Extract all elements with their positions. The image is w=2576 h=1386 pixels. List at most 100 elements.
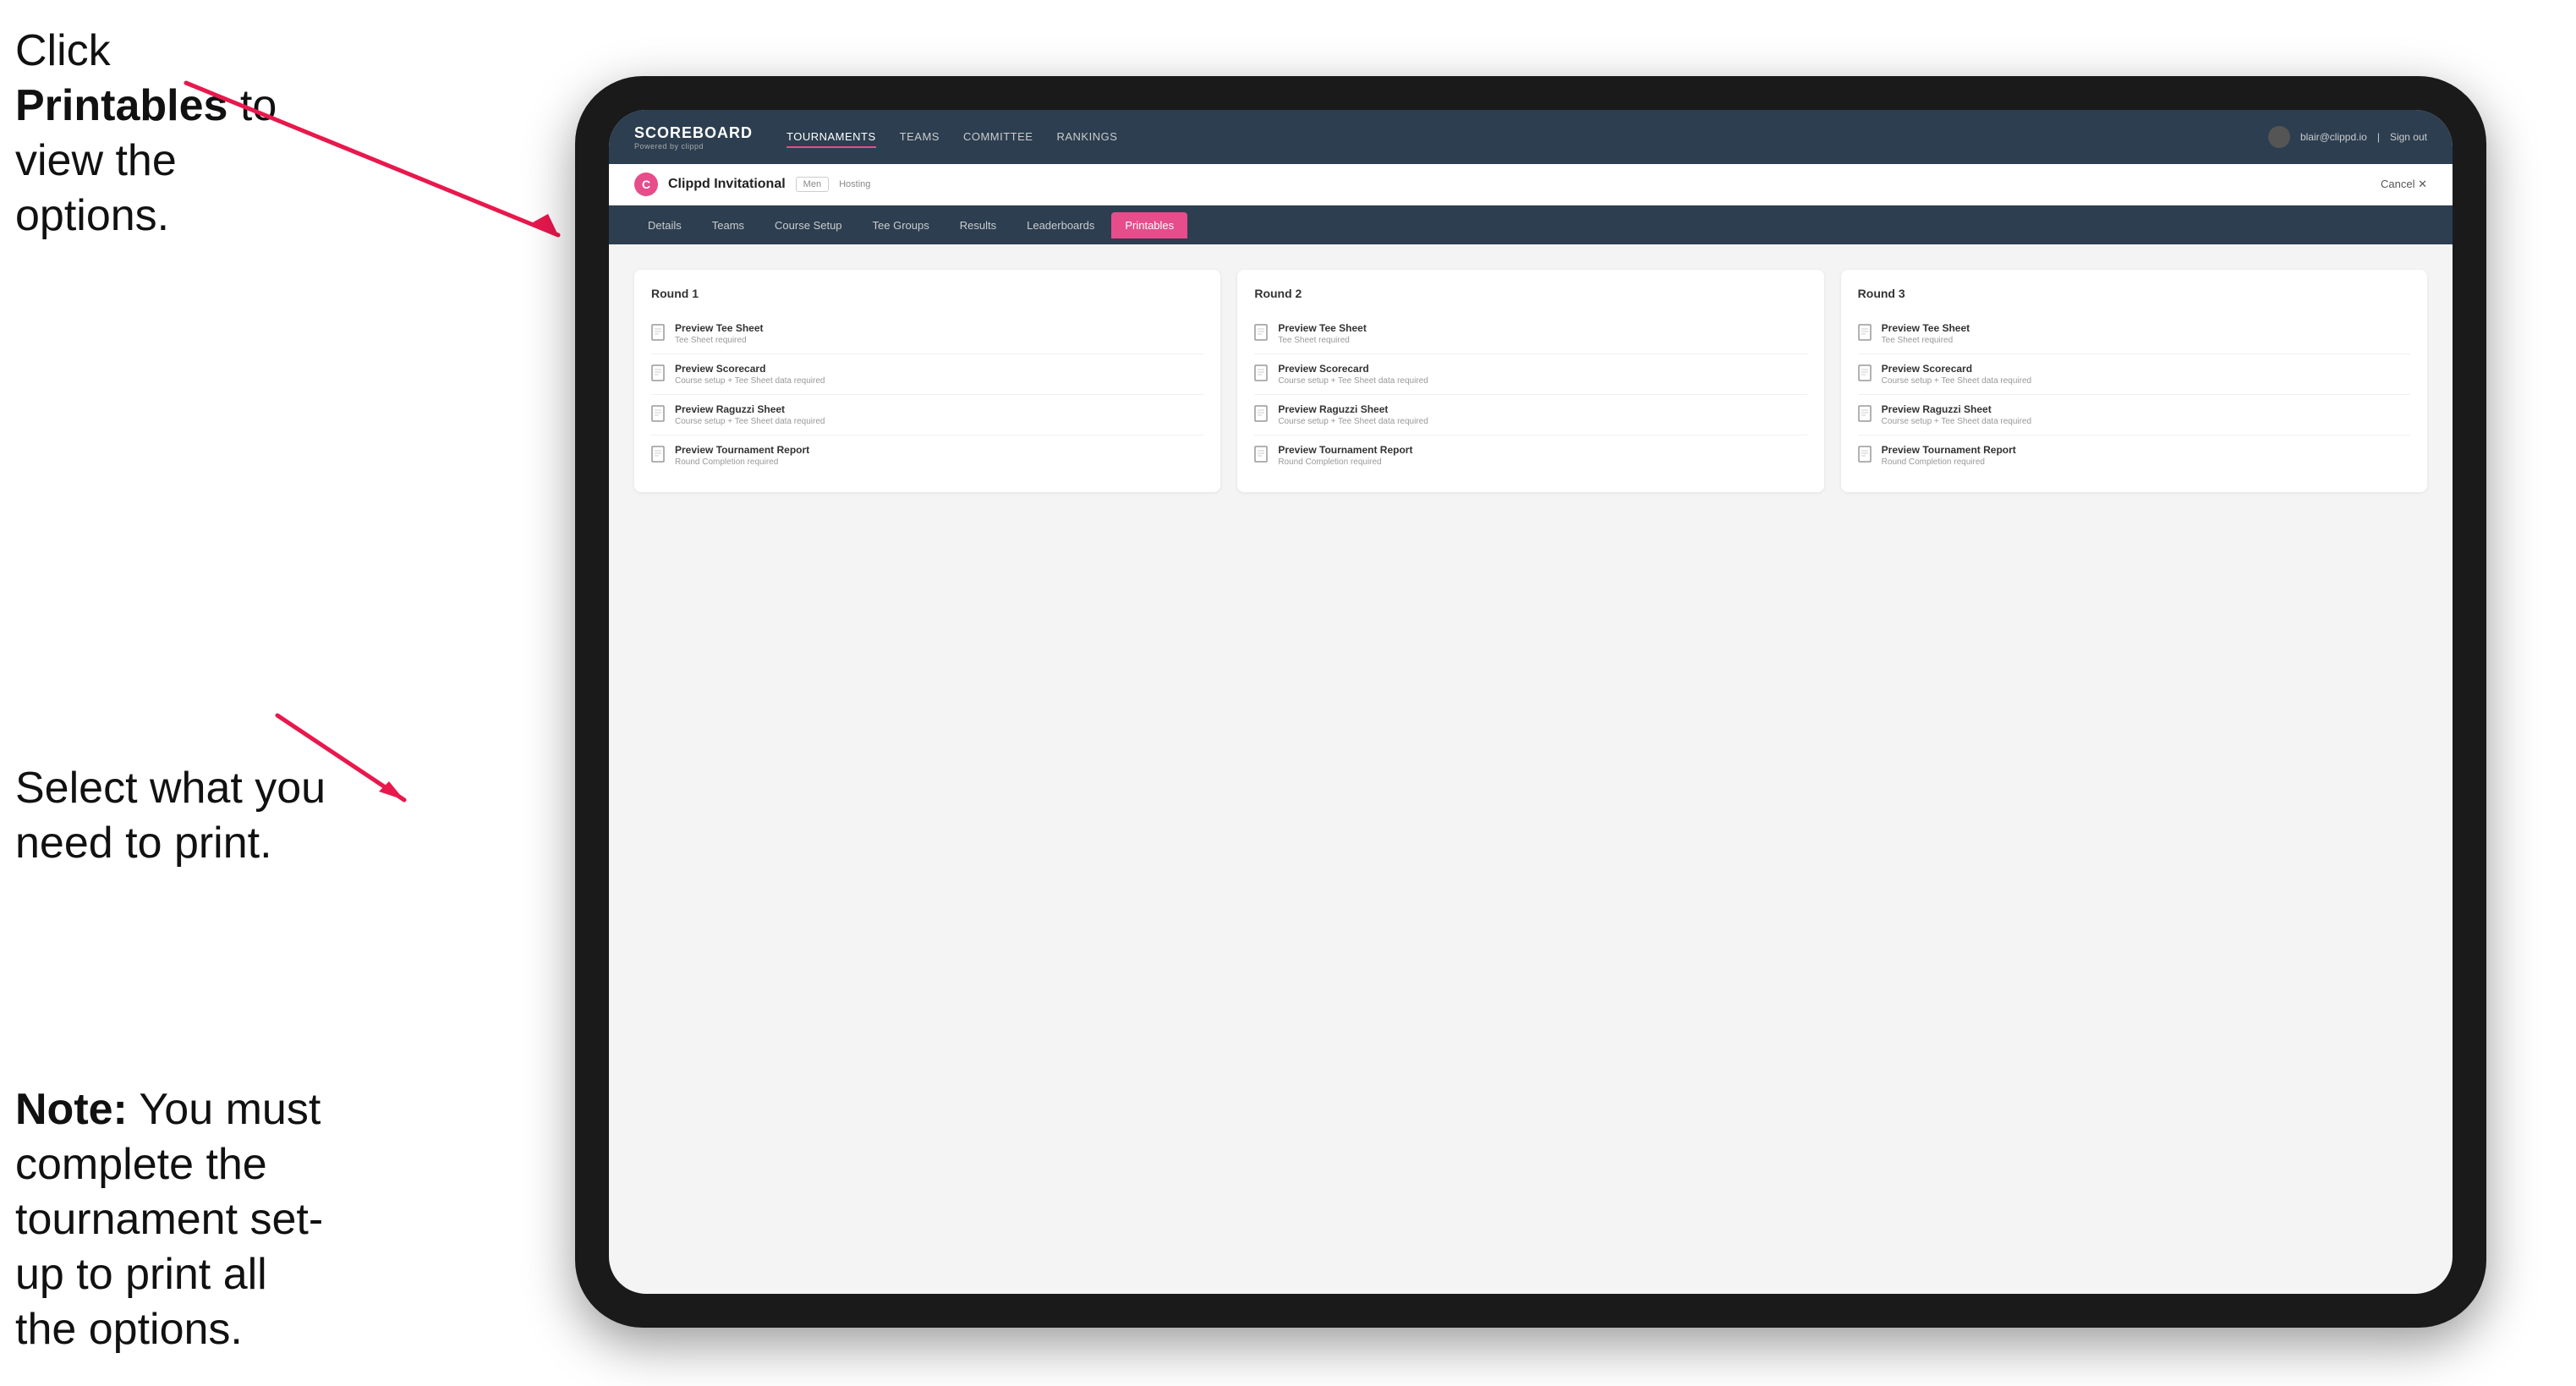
tab-printables[interactable]: Printables	[1111, 212, 1187, 238]
round-2-tee-sheet[interactable]: Preview Tee Sheet Tee Sheet required	[1254, 314, 1806, 354]
app-logo: SCOREBOARD Powered by clippd	[634, 124, 753, 151]
round-3-tee-sheet-content: Preview Tee Sheet Tee Sheet required	[1882, 322, 1970, 345]
round-2-tee-sheet-title: Preview Tee Sheet	[1278, 322, 1367, 334]
tab-tee-groups[interactable]: Tee Groups	[859, 212, 943, 238]
tablet-screen: SCOREBOARD Powered by clippd TOURNAMENTS…	[609, 110, 2453, 1294]
arrow-to-printables	[178, 74, 600, 260]
round-2-raguzzi-subtitle: Course setup + Tee Sheet data required	[1278, 417, 1428, 426]
round-1-scorecard-subtitle: Course setup + Tee Sheet data required	[675, 376, 825, 386]
round-1-tournament-report[interactable]: Preview Tournament Report Round Completi…	[651, 436, 1203, 475]
round-2-scorecard[interactable]: Preview Scorecard Course setup + Tee She…	[1254, 354, 1806, 395]
document-icon	[1858, 405, 1873, 424]
round-3-tee-sheet-title: Preview Tee Sheet	[1882, 322, 1970, 334]
tournament-name: Clippd Invitational	[668, 177, 786, 192]
app-header: SCOREBOARD Powered by clippd TOURNAMENTS…	[609, 110, 2453, 164]
round-1-raguzzi-content: Preview Raguzzi Sheet Course setup + Tee…	[675, 403, 825, 426]
round-3-raguzzi-subtitle: Course setup + Tee Sheet data required	[1882, 417, 2031, 426]
tab-course-setup[interactable]: Course Setup	[761, 212, 856, 238]
tab-results[interactable]: Results	[946, 212, 1010, 238]
document-icon	[1858, 446, 1873, 464]
round-1-section: Round 1 Preview Tee Sheet Tee Sheet requ…	[634, 270, 1220, 492]
document-icon	[1858, 364, 1873, 383]
sub-nav: Details Teams Course Setup Tee Groups Re…	[609, 205, 2453, 244]
round-3-scorecard[interactable]: Preview Scorecard Course setup + Tee She…	[1858, 354, 2410, 395]
round-3-raguzzi-content: Preview Raguzzi Sheet Course setup + Tee…	[1882, 403, 2031, 426]
round-1-tee-sheet-content: Preview Tee Sheet Tee Sheet required	[675, 322, 764, 345]
round-3-raguzzi[interactable]: Preview Raguzzi Sheet Course setup + Tee…	[1858, 395, 2410, 436]
tournament-bar: C Clippd Invitational Men Hosting Cancel…	[609, 164, 2453, 205]
round-2-tee-sheet-subtitle: Tee Sheet required	[1278, 336, 1367, 345]
round-2-raguzzi-content: Preview Raguzzi Sheet Course setup + Tee…	[1278, 403, 1428, 426]
round-3-title: Round 3	[1858, 287, 2410, 300]
round-1-scorecard-content: Preview Scorecard Course setup + Tee She…	[675, 363, 825, 386]
round-3-tee-sheet-subtitle: Tee Sheet required	[1882, 336, 1970, 345]
round-1-raguzzi[interactable]: Preview Raguzzi Sheet Course setup + Tee…	[651, 395, 1203, 436]
round-1-scorecard[interactable]: Preview Scorecard Course setup + Tee She…	[651, 354, 1203, 395]
round-1-raguzzi-title: Preview Raguzzi Sheet	[675, 403, 825, 415]
nav-tournaments[interactable]: TOURNAMENTS	[787, 127, 876, 148]
document-icon	[1254, 324, 1269, 342]
round-1-report-content: Preview Tournament Report Round Completi…	[675, 444, 809, 467]
document-icon	[651, 446, 666, 464]
round-1-scorecard-title: Preview Scorecard	[675, 363, 825, 375]
round-3-report-content: Preview Tournament Report Round Completi…	[1882, 444, 2016, 467]
tournament-logo: C	[634, 173, 658, 196]
nav-rankings[interactable]: RANKINGS	[1056, 127, 1117, 148]
round-3-section: Round 3 Preview Tee Sheet Tee Sheet requ…	[1841, 270, 2427, 492]
document-icon	[1254, 405, 1269, 424]
logo-title: SCOREBOARD	[634, 124, 753, 142]
tournament-division: Men	[796, 177, 829, 192]
round-2-scorecard-title: Preview Scorecard	[1278, 363, 1428, 375]
avatar	[2268, 126, 2290, 148]
round-2-scorecard-content: Preview Scorecard Course setup + Tee She…	[1278, 363, 1428, 386]
round-2-tournament-report[interactable]: Preview Tournament Report Round Completi…	[1254, 436, 1806, 475]
main-nav: TOURNAMENTS TEAMS COMMITTEE RANKINGS	[787, 127, 2234, 148]
round-2-raguzzi[interactable]: Preview Raguzzi Sheet Course setup + Tee…	[1254, 395, 1806, 436]
tournament-info: C Clippd Invitational Men Hosting	[634, 173, 870, 196]
main-content: Round 1 Preview Tee Sheet Tee Sheet requ…	[609, 244, 2453, 518]
rounds-grid: Round 1 Preview Tee Sheet Tee Sheet requ…	[634, 270, 2427, 492]
round-1-report-title: Preview Tournament Report	[675, 444, 809, 456]
instruction-bottom: Note: You must complete the tournament s…	[15, 1082, 328, 1357]
logo-subtitle: Powered by clippd	[634, 142, 753, 151]
tablet-frame: SCOREBOARD Powered by clippd TOURNAMENTS…	[575, 76, 2486, 1328]
sign-out-link[interactable]: Sign out	[2390, 131, 2427, 143]
round-2-report-subtitle: Round Completion required	[1278, 457, 1412, 467]
note-bold: Note:	[15, 1085, 128, 1134]
tab-details[interactable]: Details	[634, 212, 695, 238]
user-email: blair@clippd.io	[2300, 131, 2367, 143]
round-2-scorecard-subtitle: Course setup + Tee Sheet data required	[1278, 376, 1428, 386]
document-icon	[1858, 324, 1873, 342]
cancel-button[interactable]: Cancel ✕	[2381, 178, 2427, 191]
round-3-scorecard-title: Preview Scorecard	[1882, 363, 2031, 375]
arrow-to-raguzzi	[269, 707, 438, 825]
round-1-title: Round 1	[651, 287, 1203, 300]
document-icon	[651, 324, 666, 342]
round-2-report-content: Preview Tournament Report Round Completi…	[1278, 444, 1412, 467]
tab-leaderboards[interactable]: Leaderboards	[1013, 212, 1108, 238]
round-2-section: Round 2 Preview Tee Sheet Tee Sheet requ…	[1237, 270, 1823, 492]
nav-teams[interactable]: TEAMS	[900, 127, 940, 148]
round-1-raguzzi-subtitle: Course setup + Tee Sheet data required	[675, 417, 825, 426]
round-2-raguzzi-title: Preview Raguzzi Sheet	[1278, 403, 1428, 415]
round-3-tournament-report[interactable]: Preview Tournament Report Round Completi…	[1858, 436, 2410, 475]
document-icon	[651, 364, 666, 383]
round-3-raguzzi-title: Preview Raguzzi Sheet	[1882, 403, 2031, 415]
round-2-title: Round 2	[1254, 287, 1806, 300]
round-3-report-subtitle: Round Completion required	[1882, 457, 2016, 467]
round-3-scorecard-subtitle: Course setup + Tee Sheet data required	[1882, 376, 2031, 386]
round-1-report-subtitle: Round Completion required	[675, 457, 809, 467]
round-3-report-title: Preview Tournament Report	[1882, 444, 2016, 456]
header-right: blair@clippd.io | Sign out	[2268, 126, 2427, 148]
round-1-tee-sheet[interactable]: Preview Tee Sheet Tee Sheet required	[651, 314, 1203, 354]
round-2-tee-sheet-content: Preview Tee Sheet Tee Sheet required	[1278, 322, 1367, 345]
document-icon	[1254, 364, 1269, 383]
tournament-status: Hosting	[839, 179, 870, 189]
round-3-tee-sheet[interactable]: Preview Tee Sheet Tee Sheet required	[1858, 314, 2410, 354]
tab-teams[interactable]: Teams	[699, 212, 758, 238]
nav-committee[interactable]: COMMITTEE	[963, 127, 1033, 148]
document-icon	[651, 405, 666, 424]
round-1-tee-sheet-title: Preview Tee Sheet	[675, 322, 764, 334]
round-3-scorecard-content: Preview Scorecard Course setup + Tee She…	[1882, 363, 2031, 386]
document-icon	[1254, 446, 1269, 464]
